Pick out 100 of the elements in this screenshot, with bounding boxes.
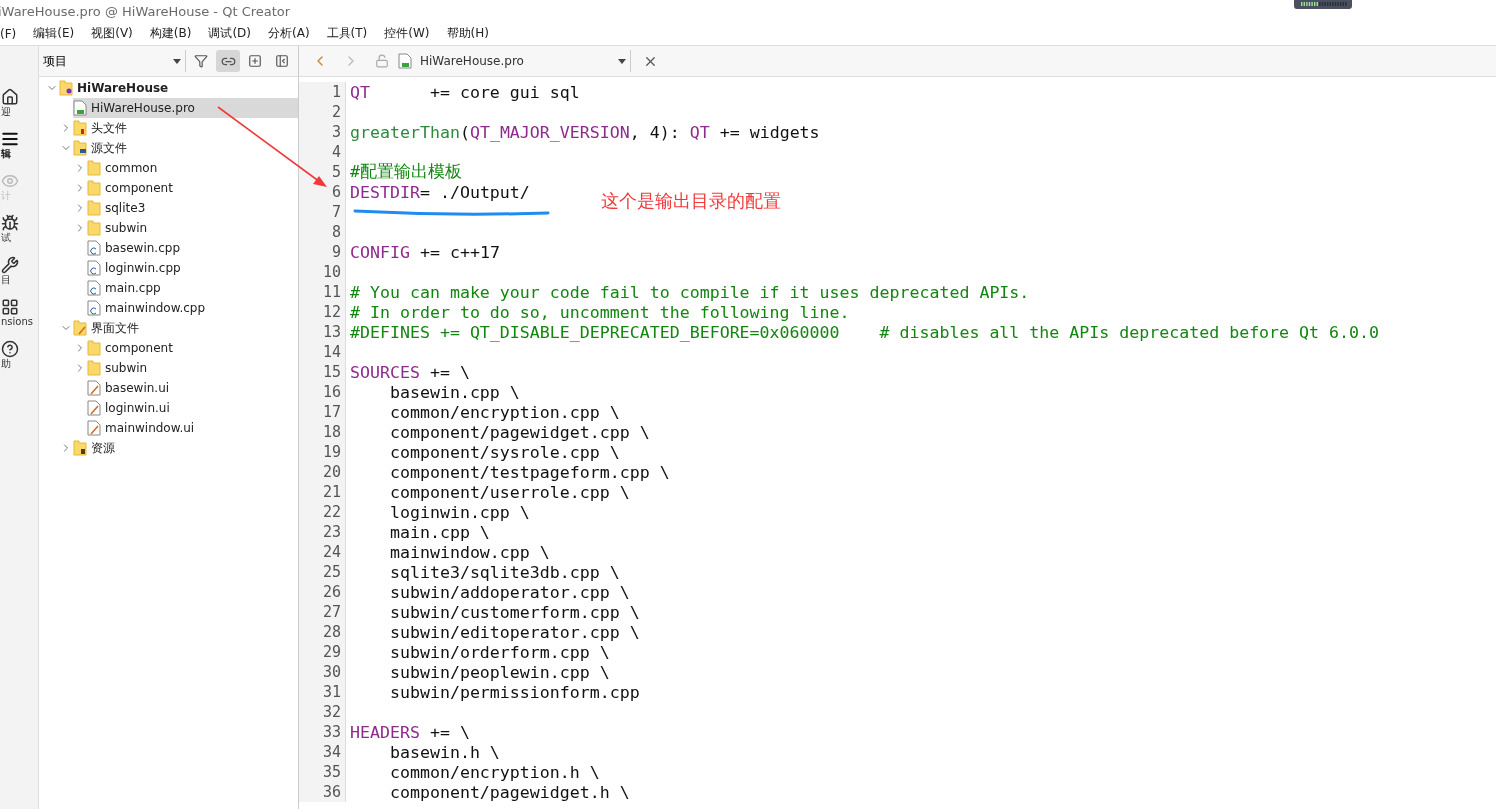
line-number: 2 [299,102,346,122]
tree-item[interactable]: common [87,158,298,178]
square-plus-icon [248,54,262,68]
tree-item[interactable]: loginwin.ui [87,398,298,418]
menu-item[interactable]: 调试(D) [208,25,251,42]
file-icon [87,260,101,276]
code-line: loginwin.cpp \ [388,502,530,522]
menu-item[interactable]: 视图(V) [91,25,133,42]
folder-badge-icon [73,120,87,136]
line-number: 13 [299,322,346,342]
mode-button[interactable]: 试 [0,214,37,244]
file-icon [87,400,101,416]
code-line: sqlite3/sqlite3db.cpp \ [388,562,620,582]
extensions-icon [1,298,19,316]
home-icon [1,88,19,106]
file-dropdown[interactable]: HiWareHouse.pro [398,50,631,72]
file-icon [87,240,101,256]
line-number: 14 [299,342,346,362]
code-line: subwin/editoperator.cpp \ [388,622,640,642]
folder-badge-icon [73,440,87,456]
design-icon [1,172,19,190]
tree-item[interactable]: 源文件 [73,138,298,158]
line-number: 24 [299,542,346,562]
mode-button[interactable]: 迎 [0,88,37,118]
line-number: 21 [299,482,346,502]
line-number: 17 [299,402,346,422]
code-line: component/sysrole.cpp \ [388,442,620,462]
code-line: HEADERS += \ [349,722,470,742]
line-number: 34 [299,742,346,762]
filter-icon [194,54,208,68]
code-line: subwin/permissionform.cpp [388,682,640,702]
menu-item[interactable]: 分析(A) [268,25,310,42]
line-number: 30 [299,662,346,682]
code-line: subwin/customerform.cpp \ [388,602,640,622]
file-icon [398,53,412,69]
folder-icon [87,360,101,376]
tree-item[interactable]: 资源 [73,438,298,458]
mode-button[interactable]: nsions [0,298,37,328]
line-number: 12 [299,302,346,322]
line-number: 8 [299,222,346,242]
project-icon [1,256,19,274]
menu-item[interactable]: 工具(T) [326,25,368,42]
line-number: 6 [299,182,346,202]
code-line: basewin.cpp \ [388,382,520,402]
tree-item[interactable]: sqlite3 [87,198,298,218]
line-number: 32 [299,702,346,722]
menu-item[interactable]: 控件(W) [384,25,430,42]
folder-icon [87,340,101,356]
mode-button[interactable]: 目 [0,256,37,286]
tree-item[interactable]: component [87,178,298,198]
file-icon [73,100,87,116]
tree-item[interactable]: mainwindow.cpp [87,298,298,318]
menu-item[interactable]: (F) [0,26,17,41]
line-number: 29 [299,642,346,662]
tree-item[interactable]: basewin.cpp [87,238,298,258]
code-line: component/userrole.cpp \ [388,482,630,502]
menu-item[interactable]: 构建(B) [149,25,192,42]
file-icon [87,380,101,396]
line-number: 18 [299,422,346,442]
tree-item[interactable]: loginwin.cpp [87,258,298,278]
mode-button[interactable]: 辑 [0,130,37,160]
tree-item[interactable]: subwin [87,358,298,378]
annotation-text: 这个是输出目录的配置 [601,189,781,213]
tree-item[interactable]: main.cpp [87,278,298,298]
code-line: greaterThan(QT_MAJOR_VERSION, 4): QT += widgets [349,122,820,142]
menu-item[interactable]: 编辑(E) [33,25,75,42]
tree-item[interactable]: 头文件 [73,118,298,138]
folder-icon [87,200,101,216]
code-line: component/pagewidget.cpp \ [388,422,650,442]
line-number: 22 [299,502,346,522]
line-number: 3 [299,122,346,142]
link-toggle-button[interactable] [216,50,240,72]
tree-item[interactable]: basewin.ui [87,378,298,398]
code-line: common/encryption.h \ [388,762,600,782]
meter-widget-icon [1294,0,1352,9]
line-number: 7 [299,202,346,222]
code-line: #DEFINES += QT_DISABLE_DEPRECATED_BEFORE=0x060000 # disables all the APIs deprecated before Qt 6.0.0 [349,322,1379,342]
line-number: 28 [299,622,346,642]
tree-item[interactable]: HiWareHouse.pro [73,98,298,118]
tree-item[interactable]: 界面文件 [73,318,298,338]
code-line: subwin/peoplewin.cpp \ [388,662,610,682]
line-number: 9 [299,242,346,262]
dropdown-caret-icon [173,58,181,64]
tree-item[interactable]: subwin [87,218,298,238]
help-icon [1,340,19,358]
line-number: 35 [299,762,346,782]
line-number: 36 [299,782,346,802]
code-line: SOURCES += \ [349,362,470,382]
code-line: component/testpageform.cpp \ [388,462,670,482]
file-icon [87,280,101,296]
panel-close-icon [275,54,289,68]
line-number: 11 [299,282,346,302]
tree-item[interactable]: component [87,338,298,358]
mode-button[interactable]: 助 [0,340,37,370]
code-line: component/pagewidget.h \ [388,782,630,802]
menu-item[interactable]: 帮助(H) [446,25,489,42]
tree-item[interactable]: mainwindow.ui [87,418,298,438]
code-line: # In order to do so, uncomment the following line. [349,302,850,322]
tree-item[interactable]: HiWareHouse [59,78,298,98]
code-line: basewin.h \ [388,742,500,762]
